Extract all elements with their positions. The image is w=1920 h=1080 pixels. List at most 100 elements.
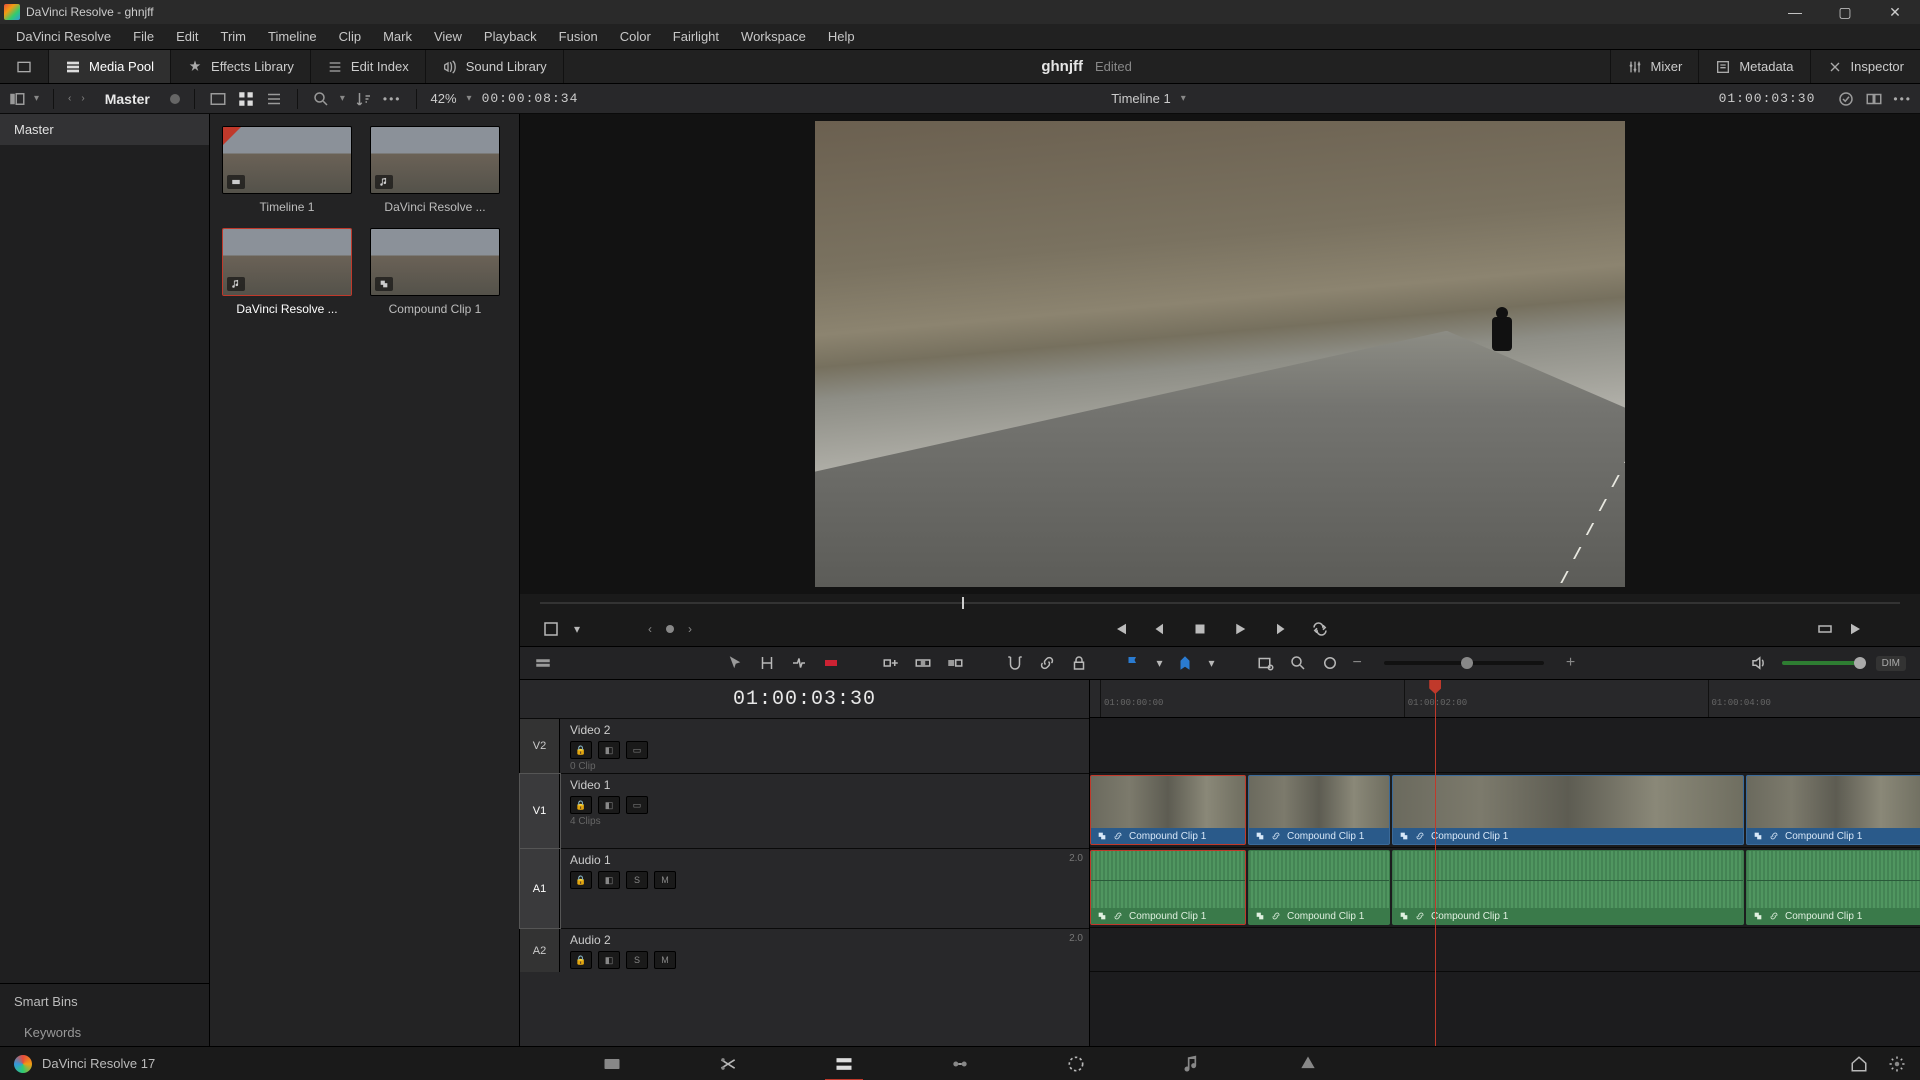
menu-help[interactable]: Help: [818, 26, 865, 47]
dynamic-trim-icon[interactable]: [790, 654, 808, 672]
smart-bin-keywords[interactable]: Keywords: [0, 1019, 209, 1046]
timeline-clip[interactable]: Compound Clip 1: [1746, 850, 1920, 925]
flag-icon[interactable]: [1124, 654, 1142, 672]
clip-timeline-1[interactable]: Timeline 1: [222, 126, 352, 214]
timeline-menu-icon[interactable]: ▾: [1181, 93, 1186, 104]
page-media[interactable]: [599, 1053, 625, 1075]
go-end-icon[interactable]: [1848, 620, 1866, 638]
metadata-toggle[interactable]: Metadata: [1698, 50, 1809, 83]
dim-button[interactable]: DIM: [1876, 656, 1906, 671]
track-lock-a1[interactable]: 🔒: [570, 871, 592, 889]
scrubber-playhead[interactable]: [962, 597, 964, 609]
menu-edit[interactable]: Edit: [166, 26, 208, 47]
track-auto-v2[interactable]: ◧: [598, 741, 620, 759]
page-edit[interactable]: [831, 1053, 857, 1075]
insert-icon[interactable]: [882, 654, 900, 672]
page-color[interactable]: [1063, 1053, 1089, 1075]
sort-icon[interactable]: [355, 90, 373, 108]
menu-timeline[interactable]: Timeline: [258, 26, 327, 47]
loop-icon[interactable]: [1311, 620, 1329, 638]
marker-icon[interactable]: [1176, 654, 1194, 672]
snapping-icon[interactable]: [1006, 654, 1024, 672]
track-disable-v2[interactable]: ▭: [626, 741, 648, 759]
timeline-clip[interactable]: Compound Clip 1: [1392, 775, 1744, 845]
menu-fusion[interactable]: Fusion: [549, 26, 608, 47]
nav-back[interactable]: ‹: [68, 93, 71, 104]
track-solo-a2[interactable]: S: [626, 951, 648, 969]
nav-fwd[interactable]: ›: [81, 93, 84, 104]
trim-tool-icon[interactable]: [758, 654, 776, 672]
monitor-volume[interactable]: [1782, 661, 1862, 665]
lock-icon[interactable]: [1070, 654, 1088, 672]
timeline-view-icon[interactable]: [534, 654, 552, 672]
crop-icon[interactable]: [542, 620, 560, 638]
selection-tool-icon[interactable]: [726, 654, 744, 672]
match-prev-icon[interactable]: ‹: [648, 622, 652, 636]
lane-v1[interactable]: Compound Clip 1Compound Clip 1Compound C…: [1090, 773, 1920, 848]
page-cut[interactable]: [715, 1053, 741, 1075]
thumb-view-icon[interactable]: [209, 90, 227, 108]
stop-icon[interactable]: [1191, 620, 1209, 638]
track-mute-a2[interactable]: M: [654, 951, 676, 969]
track-tag-v1[interactable]: V1: [520, 774, 560, 848]
track-head-a1[interactable]: A1 Audio 1 🔒 ◧ S M 2.0: [520, 848, 1089, 928]
timeline-clip[interactable]: Compound Clip 1: [1392, 850, 1744, 925]
track-auto-v1[interactable]: ◧: [598, 796, 620, 814]
track-mute-a1[interactable]: M: [654, 871, 676, 889]
lane-a2[interactable]: [1090, 928, 1920, 972]
zoom-detail-icon[interactable]: [1289, 654, 1307, 672]
timeline-selector[interactable]: Timeline 1: [1111, 91, 1170, 106]
menu-mark[interactable]: Mark: [373, 26, 422, 47]
page-fairlight[interactable]: [1179, 1053, 1205, 1075]
timeline-clip[interactable]: Compound Clip 1: [1090, 850, 1246, 925]
track-head-v1[interactable]: V1 Video 1 🔒 ◧ ▭ 4 Clips: [520, 773, 1089, 848]
track-tag-a1[interactable]: A1: [520, 849, 560, 928]
clip-audio-1[interactable]: DaVinci Resolve ...: [370, 126, 500, 214]
track-solo-a1[interactable]: S: [626, 871, 648, 889]
menu-clip[interactable]: Clip: [329, 26, 371, 47]
zoom-in-icon[interactable]: +: [1566, 654, 1575, 672]
viewer-scrubber[interactable]: [540, 594, 1900, 612]
search-menu-icon[interactable]: ▾: [340, 93, 345, 104]
viewer-zoom[interactable]: 42%: [431, 91, 457, 106]
grid-view-icon[interactable]: [237, 90, 255, 108]
timeline-timecode[interactable]: 01:00:03:30: [520, 680, 1089, 718]
menu-fairlight[interactable]: Fairlight: [663, 26, 729, 47]
blade-tool-icon[interactable]: [822, 654, 840, 672]
track-disable-v1[interactable]: ▭: [626, 796, 648, 814]
clip-compound-1[interactable]: Compound Clip 1: [370, 228, 500, 316]
track-head-v2[interactable]: V2 Video 2 🔒 ◧ ▭ 0 Clip: [520, 718, 1089, 773]
track-tag-v2[interactable]: V2: [520, 719, 560, 773]
page-deliver[interactable]: [1295, 1053, 1321, 1075]
expand-toggle[interactable]: [0, 50, 49, 83]
timeline-clip[interactable]: Compound Clip 1: [1248, 850, 1390, 925]
speaker-icon[interactable]: [1750, 654, 1768, 672]
bypass-icon[interactable]: [1837, 90, 1855, 108]
chevron-down-icon[interactable]: ▾: [34, 93, 39, 104]
zoom-out-icon[interactable]: −: [1353, 654, 1362, 672]
track-arm-a1[interactable]: ◧: [598, 871, 620, 889]
step-fwd-icon[interactable]: [1271, 620, 1289, 638]
zoom-custom-icon[interactable]: [1321, 654, 1339, 672]
window-minimize[interactable]: —: [1780, 4, 1810, 21]
timeline-body[interactable]: 01:00:00:0001:00:02:0001:00:04:0001:00:0…: [1090, 680, 1920, 1046]
search-icon[interactable]: [312, 90, 330, 108]
crop-menu-icon[interactable]: ▾: [574, 622, 580, 636]
window-maximize[interactable]: ▢: [1830, 4, 1860, 21]
overwrite-icon[interactable]: [914, 654, 932, 672]
mixer-toggle[interactable]: Mixer: [1610, 50, 1699, 83]
flag-menu-icon[interactable]: ▾: [1156, 656, 1162, 670]
zoom-menu-icon[interactable]: ▾: [467, 93, 472, 104]
inout-icon[interactable]: [1816, 620, 1834, 638]
project-settings-icon[interactable]: [1888, 1055, 1906, 1073]
effects-toggle[interactable]: Effects Library: [171, 50, 311, 83]
step-back-icon[interactable]: [1151, 620, 1169, 638]
menu-color[interactable]: Color: [610, 26, 661, 47]
timeline-ruler[interactable]: 01:00:00:0001:00:02:0001:00:04:0001:00:0…: [1090, 680, 1920, 718]
menu-file[interactable]: File: [123, 26, 164, 47]
timeline-playhead[interactable]: [1435, 680, 1436, 1046]
timeline-zoom-slider[interactable]: [1384, 661, 1544, 665]
home-icon[interactable]: [1850, 1055, 1868, 1073]
viewer[interactable]: [520, 114, 1920, 594]
timeline-clip[interactable]: Compound Clip 1: [1248, 775, 1390, 845]
